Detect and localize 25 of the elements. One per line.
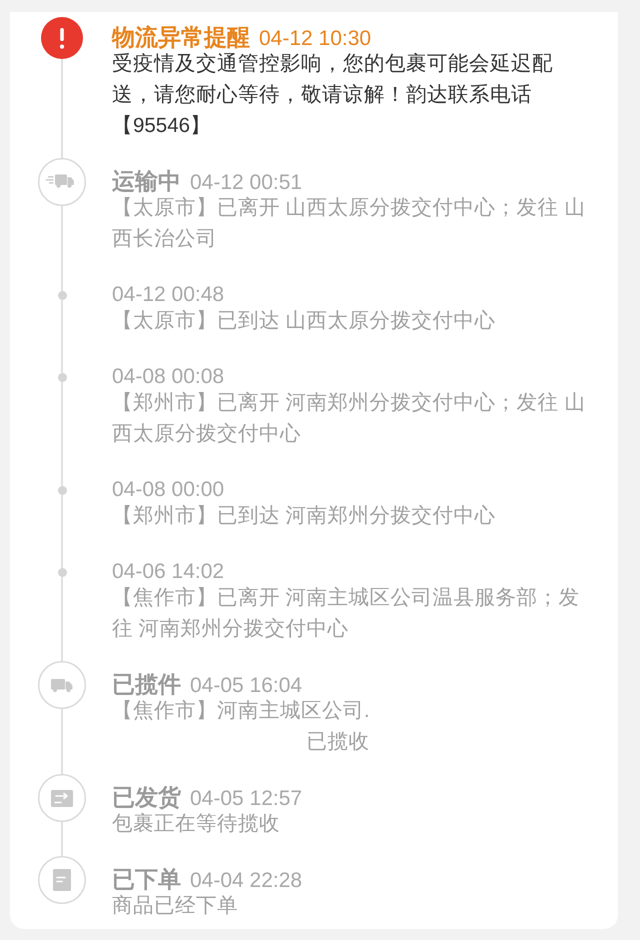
- timestamp: 04-12 00:51: [190, 172, 302, 193]
- timestamp: 04-12 10:30: [259, 28, 372, 49]
- timestamp: 04-12 00:48: [112, 284, 224, 305]
- status-title: 已下单: [112, 869, 181, 890]
- event-description: 【太原市】已到达 山西太原分拨交付中心: [112, 308, 496, 334]
- timestamp: 04-08 00:08: [112, 366, 224, 387]
- event-description: 【郑州市】已离开 河南郑州分拨交付中心；发往 山西太原分拨交付中心: [112, 390, 586, 447]
- event-description: 【太原市】已离开 山西太原分拨交付中心；发往 山西长治公司: [112, 195, 586, 252]
- alert-message: 受疫情及交通管控影响，您的包裹可能会延迟配送，请您耐心等待，敬请谅解！韵达联系电话【95546】: [112, 51, 554, 139]
- status-title: 已发货: [112, 787, 181, 808]
- timestamp: 04-05 12:57: [190, 788, 302, 809]
- status-title: 已揽件: [112, 674, 181, 695]
- event-description: 商品已经下单: [112, 893, 238, 919]
- event-description: 包裹正在等待揽收: [112, 811, 280, 837]
- event-description: 【焦作市】已离开 河南主城区公司温县服务部；发往 河南郑州分拨交付中心: [112, 585, 581, 642]
- alert-title: 物流异常提醒: [112, 27, 250, 48]
- timestamp: 04-08 00:00: [112, 479, 224, 500]
- timestamp: 04-04 22:28: [190, 870, 302, 891]
- status-note: 已揽收: [306, 729, 370, 755]
- status-title: 运输中: [112, 171, 181, 192]
- timestamp: 04-05 16:04: [190, 675, 302, 696]
- timestamp: 04-06 14:02: [112, 561, 224, 582]
- event-description: 【焦作市】河南主城区公司.: [112, 698, 370, 724]
- alert-icon: [41, 17, 83, 59]
- event-description: 【郑州市】已到达 河南郑州分拨交付中心: [112, 503, 496, 529]
